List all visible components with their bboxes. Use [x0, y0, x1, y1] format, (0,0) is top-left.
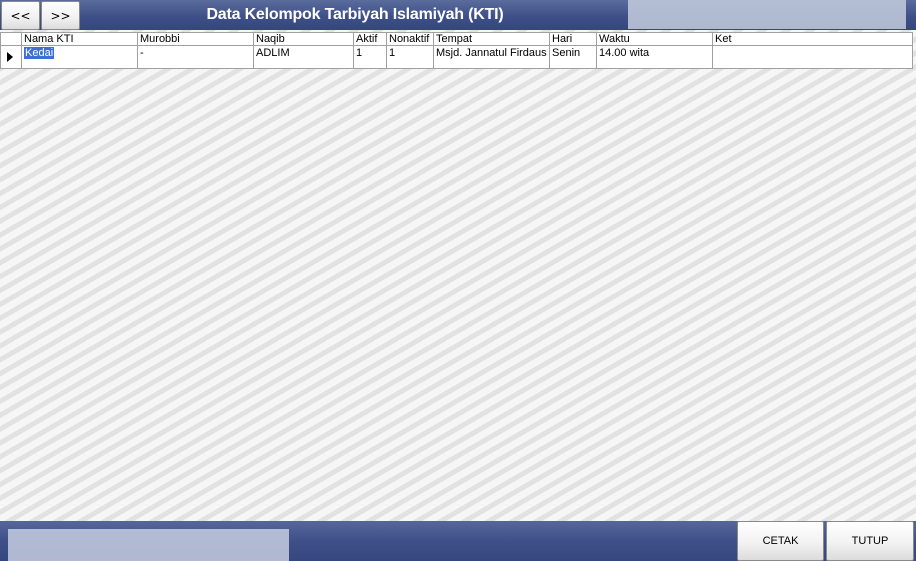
- cell-ket[interactable]: [712, 45, 913, 69]
- kti-data-grid[interactable]: Nama KTI Murobbi Naqib Aktif Nonaktif Te…: [0, 32, 913, 69]
- column-header-aktif[interactable]: Aktif: [353, 32, 387, 46]
- column-header-murobbi[interactable]: Murobbi: [137, 32, 254, 46]
- cell-aktif[interactable]: 1: [353, 45, 387, 69]
- print-button[interactable]: CETAK: [737, 521, 824, 561]
- grid-header-row: Nama KTI Murobbi Naqib Aktif Nonaktif Te…: [0, 32, 913, 46]
- column-header-tempat[interactable]: Tempat: [433, 32, 550, 46]
- column-header-ket[interactable]: Ket: [712, 32, 913, 46]
- row-pointer-icon: [7, 52, 13, 62]
- cell-hari[interactable]: Senin: [549, 45, 597, 69]
- close-button[interactable]: TUTUP: [826, 521, 914, 561]
- footer-bar: CETAK TUTUP: [0, 521, 916, 561]
- next-record-button[interactable]: >>: [41, 1, 80, 30]
- previous-record-button[interactable]: <<: [1, 1, 40, 30]
- cell-tempat[interactable]: Msjd. Jannatul Firdaus: [433, 45, 550, 69]
- cell-naqib[interactable]: ADLIM: [253, 45, 354, 69]
- column-header-waktu[interactable]: Waktu: [596, 32, 713, 46]
- column-header-naqib[interactable]: Naqib: [253, 32, 354, 46]
- header-panel: [628, 0, 906, 29]
- row-selector-header: [0, 32, 22, 46]
- cell-nonaktif[interactable]: 1: [386, 45, 434, 69]
- cell-nama-kti[interactable]: Kedai: [21, 45, 138, 69]
- column-header-nonaktif[interactable]: Nonaktif: [386, 32, 434, 46]
- header-bar: << >> Data Kelompok Tarbiyah Islamiyah (…: [0, 0, 916, 30]
- cell-waktu[interactable]: 14.00 wita: [596, 45, 713, 69]
- footer-panel: [8, 529, 289, 561]
- cell-murobbi[interactable]: -: [137, 45, 254, 69]
- column-header-hari[interactable]: Hari: [549, 32, 597, 46]
- data-grid-area: Nama KTI Murobbi Naqib Aktif Nonaktif Te…: [0, 30, 916, 521]
- cell-nama-kti-value: Kedai: [24, 47, 55, 59]
- page-title: Data Kelompok Tarbiyah Islamiyah (KTI): [206, 6, 504, 23]
- row-selector[interactable]: [0, 45, 22, 69]
- column-header-nama-kti[interactable]: Nama KTI: [21, 32, 138, 46]
- table-row[interactable]: Kedai - ADLIM 1 1 Msjd. Jannatul Firdaus…: [0, 45, 913, 69]
